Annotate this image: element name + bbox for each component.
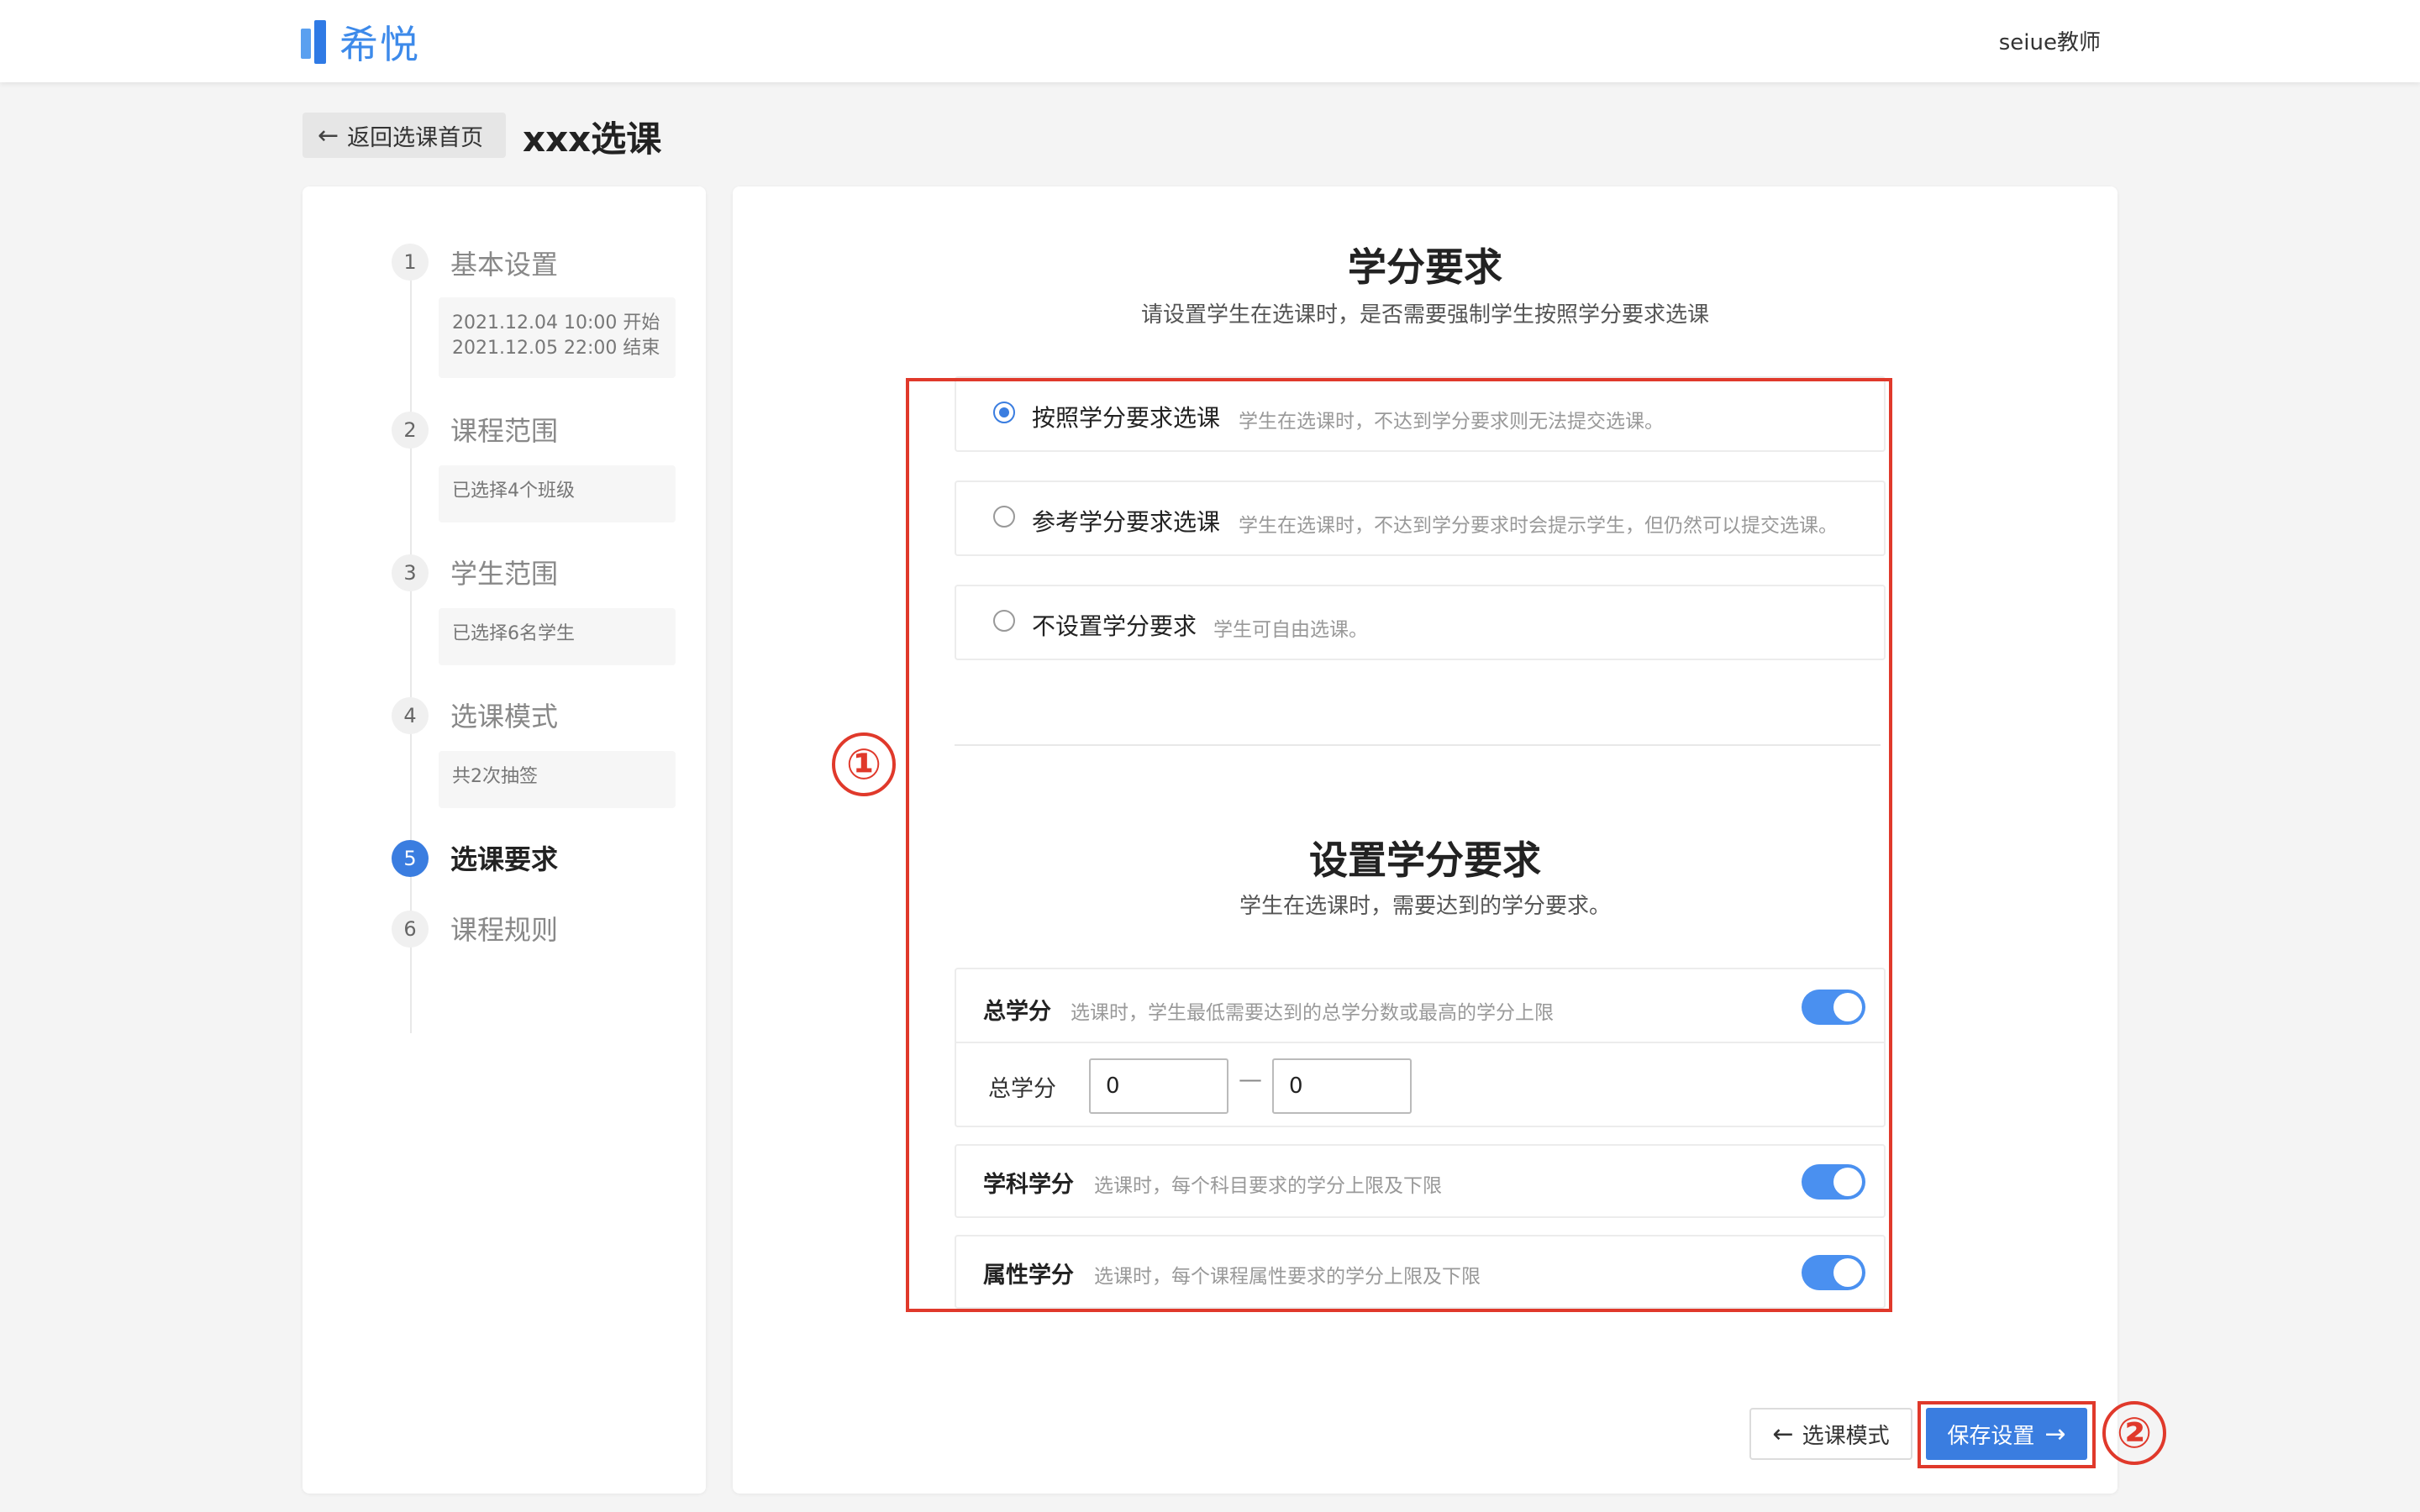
step-3-summary: 已选择6名学生 — [439, 608, 676, 665]
credit-requirement-subtitle: 请设置学生在选课时，是否需要强制学生按照学分要求选课 — [1140, 302, 1709, 328]
save-settings-label: 保存设置 — [1947, 1423, 2035, 1449]
step-1-label[interactable]: 基本设置 — [450, 244, 558, 282]
brand-logo[interactable]: 希悦 — [301, 18, 420, 67]
annotation-mark-2: ② — [2102, 1401, 2166, 1465]
arrow-right-icon: → — [2044, 1419, 2066, 1449]
previous-step-button[interactable]: ← 选课模式 — [1749, 1408, 1912, 1460]
step-4-summary: 共2次抽签 — [439, 751, 676, 808]
step-2-number: 2 — [392, 412, 429, 449]
step-6-number: 6 — [392, 911, 429, 948]
previous-step-label: 选课模式 — [1802, 1423, 1890, 1449]
back-button-label: 返回选课首页 — [347, 124, 484, 151]
step-1-number: 1 — [392, 244, 429, 281]
step-2-label[interactable]: 课程范围 — [450, 410, 558, 449]
save-settings-button[interactable]: 保存设置 → — [1926, 1408, 2087, 1460]
step-1-start: 2021.12.04 10:00 开始 — [452, 312, 660, 333]
annotation-mark-1: ① — [832, 732, 896, 796]
logo-mark-icon — [301, 20, 329, 64]
arrow-left-icon: ← — [1772, 1419, 1794, 1449]
step-4-label[interactable]: 选课模式 — [450, 696, 558, 734]
step-5-number: 5 — [392, 840, 429, 877]
brand-name: 希悦 — [339, 22, 420, 67]
step-3-number: 3 — [392, 554, 429, 591]
page-title: xxx选课 — [523, 118, 662, 160]
step-5-label[interactable]: 选课要求 — [450, 838, 558, 877]
step-3-label[interactable]: 学生范围 — [450, 553, 558, 591]
back-to-home-button[interactable]: ← 返回选课首页 — [302, 113, 506, 158]
step-4-number: 4 — [392, 697, 429, 734]
step-6-label[interactable]: 课程规则 — [450, 909, 558, 948]
step-1-summary: 2021.12.04 10:00 开始 2021.12.05 22:00 结束 — [439, 297, 676, 378]
top-bar: 希悦 seiue教师 — [0, 0, 2420, 82]
arrow-left-icon: ← — [318, 120, 339, 150]
annotation-highlight-box — [906, 378, 1892, 1312]
steps-panel: 1 基本设置 2021.12.04 10:00 开始 2021.12.05 22… — [302, 186, 706, 1494]
credit-requirement-title: 学分要求 — [1348, 244, 1502, 290]
step-2-summary: 已选择4个班级 — [439, 465, 676, 522]
step-1-end: 2021.12.05 22:00 结束 — [452, 338, 660, 359]
user-name[interactable]: seiue教师 — [1999, 25, 2101, 56]
